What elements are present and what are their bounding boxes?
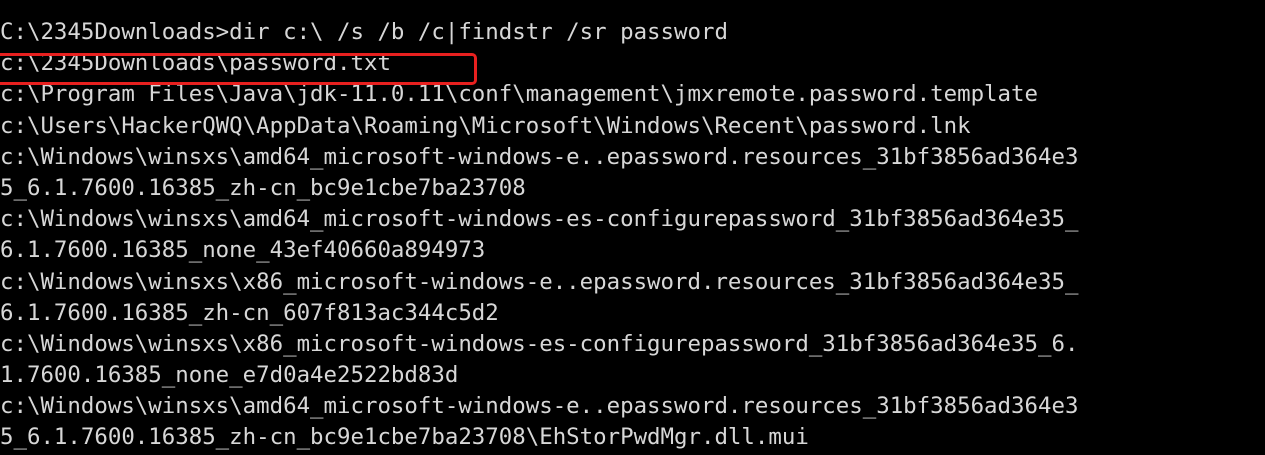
console-window[interactable]: C:\2345Downloads>dir c:\ /s /b /c|findst… <box>0 0 1265 455</box>
result-line: c:\Windows\winsxs\x86_microsoft-windows-… <box>0 268 1079 295</box>
result-line: c:\Program Files\Java\jdk-11.0.11\conf\m… <box>0 81 1038 108</box>
result-line: 6.1.7600.16385_zh-cn_607f813ac344c5d2 <box>0 299 499 326</box>
result-line: 5_6.1.7600.16385_zh-cn_bc9e1cbe7ba23708 <box>0 174 526 201</box>
command-line: C:\2345Downloads>dir c:\ /s /b /c|findst… <box>0 19 728 45</box>
result-line: c:\Windows\winsxs\x86_microsoft-windows-… <box>0 330 1079 357</box>
result-line: c:\Windows\winsxs\amd64_microsoft-window… <box>0 143 1079 170</box>
result-line: 5_6.1.7600.16385_zh-cn_bc9e1cbe7ba23708\… <box>0 424 809 451</box>
result-line: c:\Users\HackerQWQ\AppData\Roaming\Micro… <box>0 112 971 139</box>
result-line: 6.1.7600.16385_none_43ef40660a894973 <box>0 237 486 264</box>
console-output: C:\2345Downloads>dir c:\ /s /b /c|findst… <box>0 17 1078 454</box>
result-line: c:\Windows\winsxs\amd64_microsoft-window… <box>0 393 1079 420</box>
result-line: c:\2345Downloads\password.txt <box>0 50 391 77</box>
result-line: 1.7600.16385_none_e7d0a4e2522bd83d <box>0 362 459 389</box>
result-line: c:\Windows\winsxs\amd64_microsoft-window… <box>0 206 1079 233</box>
